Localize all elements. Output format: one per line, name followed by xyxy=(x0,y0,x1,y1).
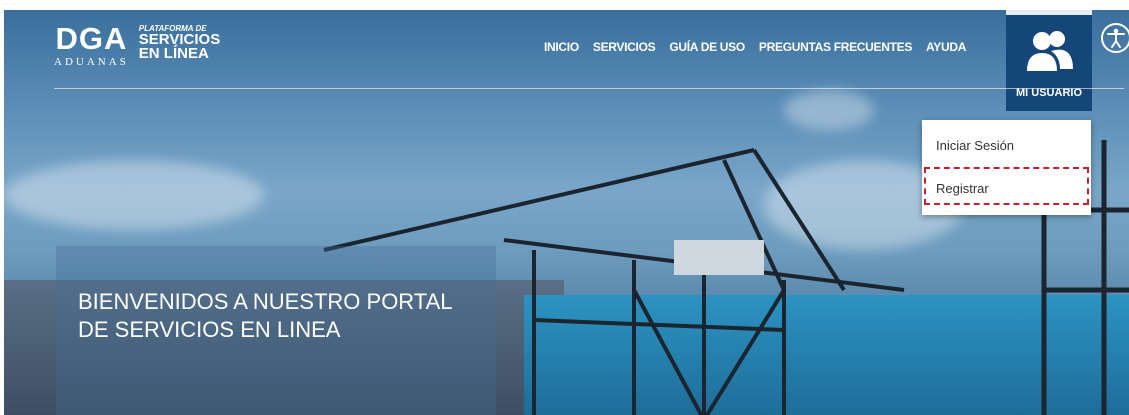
nav-item-inicio[interactable]: INICIO xyxy=(544,40,579,54)
hero-heading: BIENVENIDOS A NUESTRO PORTAL DE SERVICIO… xyxy=(78,288,453,344)
nav-item-ayuda[interactable]: AYUDA xyxy=(926,40,966,54)
nav-item-servicios[interactable]: SERVICIOS xyxy=(593,40,656,54)
user-dropdown-menu: Iniciar Sesión Registrar xyxy=(922,120,1091,215)
header: DGA ADUANAS PLATAFORMA DE SERVICIOS EN L… xyxy=(4,10,1129,111)
main-nav: INICIO SERVICIOS GUÍA DE USO PREGUNTAS F… xyxy=(544,40,966,54)
header-divider xyxy=(54,88,1124,89)
logo-tagline-line2: EN LÍNEA xyxy=(138,45,209,62)
accessibility-button[interactable] xyxy=(1101,23,1129,53)
hero-background: DGA ADUANAS PLATAFORMA DE SERVICIOS EN L… xyxy=(4,10,1129,415)
mi-usuario-button[interactable]: MI USUARIO xyxy=(1006,10,1092,111)
hero-heading-line2: DE SERVICIOS EN LINEA xyxy=(78,317,341,342)
nav-item-preguntas-frecuentes[interactable]: PREGUNTAS FRECUENTES xyxy=(759,40,912,54)
accessibility-icon xyxy=(1107,28,1125,48)
logo-mark: DGA ADUANAS xyxy=(54,21,129,68)
logo-dga-text: DGA xyxy=(55,21,128,56)
nav-item-guia-de-uso[interactable]: GUÍA DE USO xyxy=(669,40,745,54)
cloud xyxy=(784,90,874,130)
logo-tagline: PLATAFORMA DE SERVICIOS EN LÍNEA xyxy=(139,24,220,61)
dga-logo[interactable]: DGA ADUANAS PLATAFORMA DE SERVICIOS EN L… xyxy=(54,21,220,68)
hero-heading-line1: BIENVENIDOS A NUESTRO PORTAL xyxy=(78,289,453,314)
menu-item-registrar[interactable]: Registrar xyxy=(922,168,1091,208)
users-icon xyxy=(1027,31,1073,71)
cloud xyxy=(4,160,264,230)
logo-aduanas-text: ADUANAS xyxy=(54,56,129,68)
menu-item-iniciar-sesion[interactable]: Iniciar Sesión xyxy=(922,125,1091,165)
page: DGA ADUANAS PLATAFORMA DE SERVICIOS EN L… xyxy=(0,0,1129,415)
